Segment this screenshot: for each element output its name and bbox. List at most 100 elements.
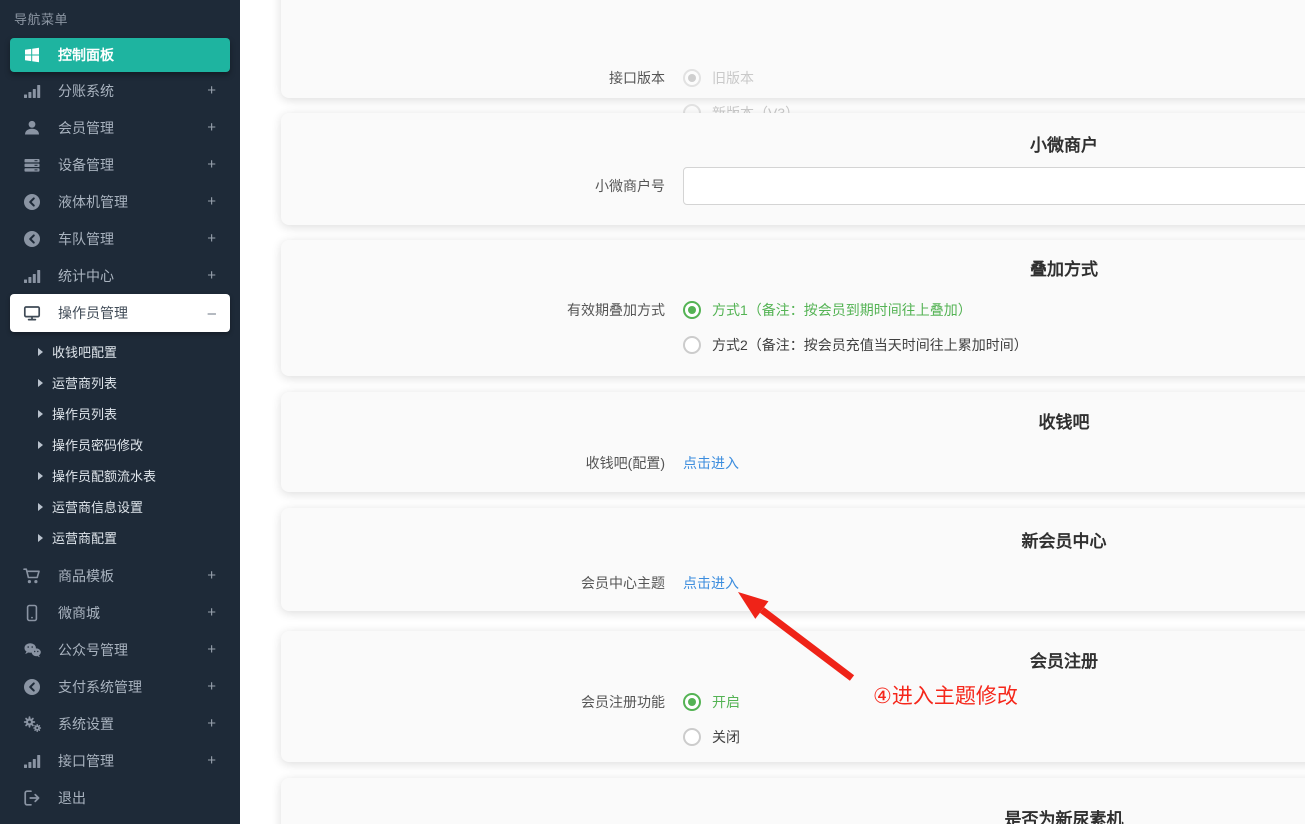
radio-mode-2[interactable]: 方式2（备注：按会员充值当天时间往上累加时间） [683, 335, 1028, 355]
sidebar-item-micro-mall[interactable]: 微商城 + [0, 594, 240, 631]
radio-old-version[interactable]: 旧版本 [683, 68, 754, 88]
sidebar-item-label: 设备管理 [58, 155, 114, 175]
expand-plus-icon: + [207, 567, 216, 584]
submenu-item-operator-list-2[interactable]: 操作员列表 [0, 398, 240, 429]
micro-merchant-id-input[interactable] [683, 167, 1305, 205]
monitor-icon [20, 304, 44, 322]
sidebar-item-label: 会员管理 [58, 118, 114, 138]
submenu-item-shouqianba-config[interactable]: 收钱吧配置 [0, 336, 240, 367]
submenu-item-carrier-config[interactable]: 运营商配置 [0, 522, 240, 553]
radio-register-off[interactable]: 关闭 [683, 727, 740, 747]
expand-plus-icon: + [207, 604, 216, 621]
sidebar-item-operator-management[interactable]: 操作员管理 – [10, 294, 230, 332]
submenu-item-carrier-info[interactable]: 运营商信息设置 [0, 491, 240, 522]
field-label: 会员注册功能 [281, 692, 665, 712]
sidebar-item-label: 车队管理 [58, 229, 114, 249]
sidebar-item-statistics-center[interactable]: 统计中心 + [0, 257, 240, 294]
field-label: 有效期叠加方式 [281, 300, 665, 320]
card-shouqianba: 收钱吧 收钱吧(配置) 点击进入 [281, 392, 1305, 492]
card-urea-machine: 是否为新尿素机 [281, 778, 1305, 824]
expand-plus-icon: + [207, 82, 216, 99]
sidebar-item-official-account[interactable]: 公众号管理 + [0, 631, 240, 668]
radio-circle-icon [683, 693, 701, 711]
expand-plus-icon: + [207, 641, 216, 658]
signout-icon [20, 789, 44, 807]
submenu-item-label: 运营商信息设置 [52, 497, 143, 516]
field-label: 会员中心主题 [281, 573, 665, 593]
gears-icon [20, 715, 44, 733]
submenu-item-label: 操作员列表 [52, 404, 117, 423]
submenu-item-label: 操作员配额流水表 [52, 466, 156, 485]
shouqianba-config-link[interactable]: 点击进入 [683, 453, 739, 473]
submenu-item-operator-password[interactable]: 操作员密码修改 [0, 429, 240, 460]
sidebar-item-system-settings[interactable]: 系统设置 + [0, 705, 240, 742]
user-icon [20, 119, 44, 137]
sidebar: 导航菜单 控制面板 分账系统 + 会员管理 + 设备管理 + 液体机管理 + [0, 0, 240, 824]
radio-circle-icon [683, 301, 701, 319]
expand-plus-icon: + [207, 156, 216, 173]
chart-bars-icon [20, 82, 44, 100]
expand-plus-icon: + [207, 193, 216, 210]
sidebar-item-interface-management[interactable]: 接口管理 + [0, 742, 240, 779]
main-content: 接口版本 旧版本 新版本（V3） 小微商户 小微商户号 [240, 0, 1305, 824]
caret-right-icon [38, 441, 43, 449]
submenu-item-operator-quota[interactable]: 操作员配额流水表 [0, 460, 240, 491]
chevron-circle-left-icon [20, 230, 44, 248]
caret-right-icon [38, 379, 43, 387]
expand-plus-icon: + [207, 678, 216, 695]
submenu-item-label: 运营商配置 [52, 528, 117, 547]
card-title: 新会员中心 [281, 527, 1305, 552]
sidebar-item-label: 统计中心 [58, 266, 114, 286]
chart-bars-icon [20, 752, 44, 770]
submenu-item-label: 收钱吧配置 [52, 342, 117, 361]
chart-bars-icon [20, 267, 44, 285]
caret-right-icon [38, 503, 43, 511]
chevron-circle-left-icon [20, 193, 44, 211]
caret-right-icon [38, 472, 43, 480]
sidebar-item-label: 商品模板 [58, 566, 114, 586]
sidebar-item-member-management[interactable]: 会员管理 + [0, 109, 240, 146]
sidebar-item-product-template[interactable]: 商品模板 + [0, 557, 240, 594]
chevron-circle-left-icon [20, 678, 44, 696]
phone-icon [20, 604, 44, 622]
card-title: 是否为新尿素机 [281, 805, 1305, 824]
card-title: 小微商户 [281, 131, 1305, 156]
field-label: 收钱吧(配置) [281, 453, 665, 473]
sidebar-item-liquid-machine[interactable]: 液体机管理 + [0, 183, 240, 220]
sidebar-item-fleet-management[interactable]: 车队管理 + [0, 220, 240, 257]
server-icon [20, 156, 44, 174]
card-member-register: 会员注册 会员注册功能 开启 关闭 [281, 631, 1305, 762]
windows-icon [20, 46, 44, 64]
sidebar-item-payment-system[interactable]: 支付系统管理 + [0, 668, 240, 705]
caret-right-icon [38, 348, 43, 356]
sidebar-item-label: 分账系统 [58, 81, 114, 101]
card-micro-merchant: 小微商户 小微商户号 [281, 113, 1305, 225]
member-center-theme-link[interactable]: 点击进入 [683, 573, 739, 593]
submenu-item-operator-list-1[interactable]: 运营商列表 [0, 367, 240, 398]
radio-register-on[interactable]: 开启 [683, 692, 740, 712]
sidebar-item-label: 接口管理 [58, 751, 114, 771]
sidebar-header: 导航菜单 [0, 0, 240, 38]
radio-circle-icon [683, 728, 701, 746]
sidebar-item-label: 公众号管理 [58, 640, 128, 660]
sidebar-item-dashboard[interactable]: 控制面板 [10, 38, 230, 72]
sidebar-item-label: 液体机管理 [58, 192, 128, 212]
card-title: 收钱吧 [281, 408, 1305, 433]
radio-circle-icon [683, 336, 701, 354]
collapse-minus-icon: – [208, 305, 216, 322]
sidebar-item-logout[interactable]: 退出 [0, 779, 240, 816]
submenu-item-label: 运营商列表 [52, 373, 117, 392]
annotation-text: ④进入主题修改 [873, 680, 1018, 710]
card-title: 叠加方式 [281, 255, 1305, 280]
wechat-icon [20, 641, 44, 659]
sidebar-item-split-account[interactable]: 分账系统 + [0, 72, 240, 109]
expand-plus-icon: + [207, 119, 216, 136]
sidebar-item-label: 控制面板 [58, 45, 114, 65]
radio-mode-1[interactable]: 方式1（备注：按会员到期时间往上叠加） [683, 300, 972, 320]
card-stack-mode: 叠加方式 有效期叠加方式 方式1（备注：按会员到期时间往上叠加） 方式2（备注：… [281, 240, 1305, 376]
caret-right-icon [38, 410, 43, 418]
sidebar-item-device-management[interactable]: 设备管理 + [0, 146, 240, 183]
card-interface-version: 接口版本 旧版本 新版本（V3） [281, 0, 1305, 98]
sidebar-item-label: 微商城 [58, 603, 100, 623]
sidebar-item-label: 支付系统管理 [58, 677, 142, 697]
